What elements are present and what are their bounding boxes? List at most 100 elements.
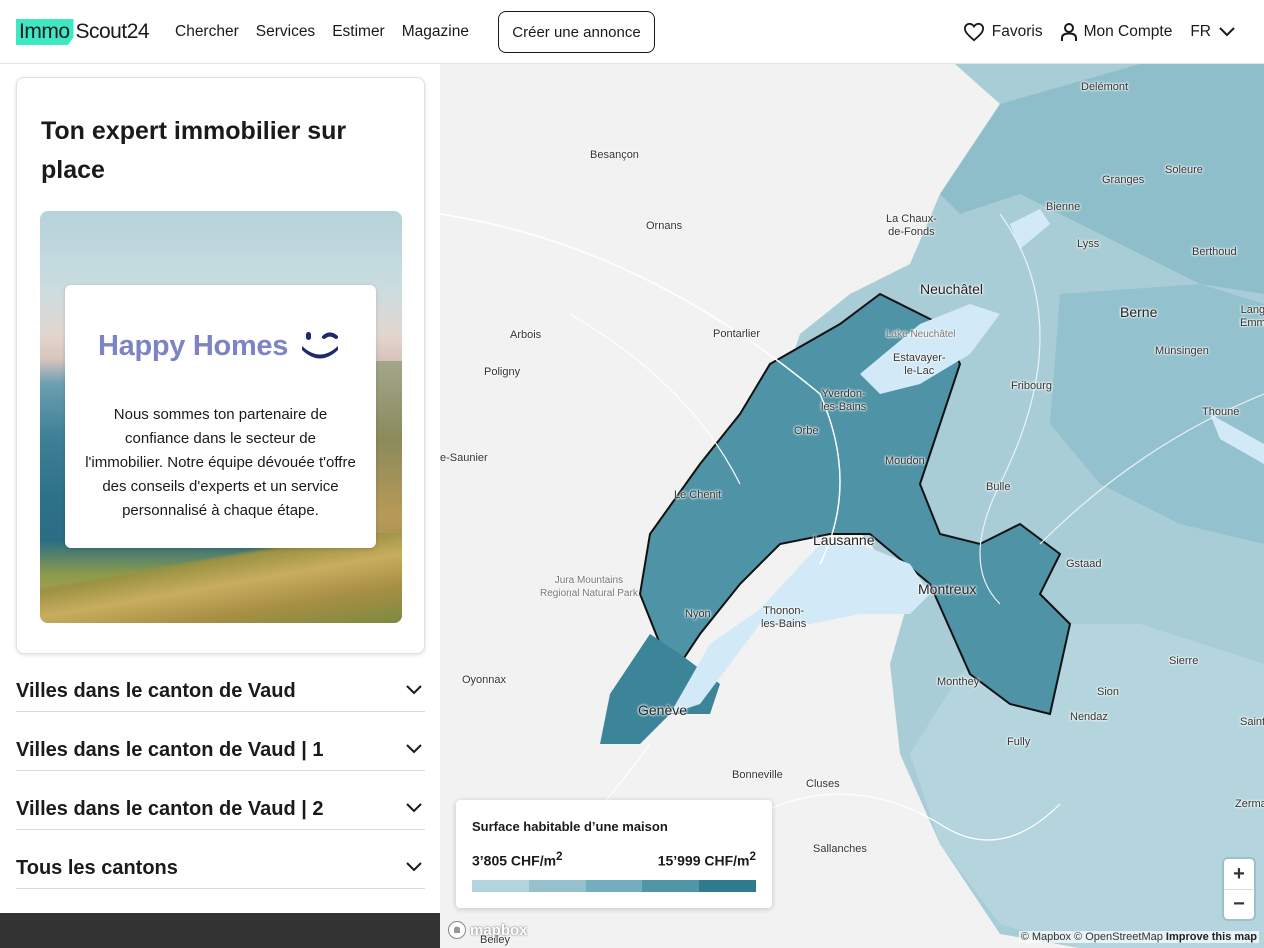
chevron-down-icon <box>406 685 422 695</box>
legend-step-3 <box>585 880 643 892</box>
legend-min: 3’805 CHF/m2 <box>472 850 563 869</box>
place-poligny: Poligny <box>484 366 521 378</box>
place-jura-line2: Regional Natural Park <box>540 588 638 599</box>
place-orbe: Orbe <box>794 425 819 437</box>
place-neuchatel: Neuchâtel <box>920 281 984 297</box>
header-actions: Favoris Mon Compte FR <box>963 0 1236 64</box>
place-gstaad: Gstaad <box>1066 558 1102 570</box>
accordion-vaud-cities[interactable]: Villes dans le canton de Vaud <box>16 676 425 712</box>
chevron-down-icon <box>1219 27 1235 37</box>
place-lons-le-saunier: e-Saunier <box>440 452 488 464</box>
place-sallanches: Sallanches <box>813 843 867 855</box>
map-attribution: © Mapbox © OpenStreetMap Improve this ma… <box>1018 931 1259 943</box>
place-thoune: Thoune <box>1202 406 1240 418</box>
left-panel: Ton expert immobilier sur place Happy Ho… <box>0 64 440 948</box>
logo-scout24: Scout24 <box>75 20 150 43</box>
legend-max-sup: 2 <box>749 850 756 863</box>
place-arbois: Arbois <box>510 329 542 341</box>
accordion-label: Villes dans le canton de Vaud | 2 <box>16 798 324 820</box>
accordion-label: Villes dans le canton de Vaud <box>16 680 296 702</box>
promo-image[interactable]: Happy Homes Nous sommes ton partenaire d… <box>40 211 402 623</box>
main-nav: Chercher Services Estimer Magazine <box>175 0 469 64</box>
place-yverdon-line1: Yverdon- <box>821 388 866 400</box>
place-oyonnax: Oyonnax <box>462 674 507 686</box>
place-berne: Berne <box>1120 304 1158 320</box>
account-link[interactable]: Mon Compte <box>1060 22 1173 42</box>
place-granges: Granges <box>1102 174 1145 186</box>
place-thonon: Thonon-les-Bains <box>761 605 806 631</box>
brand-name: Happy Homes <box>98 329 289 362</box>
place-jura-line1: Jura Mountains <box>554 575 624 586</box>
place-thonon-line1: Thonon- <box>763 605 805 617</box>
favorites-link[interactable]: Favoris <box>963 22 1043 42</box>
legend-max: 15’999 CHF/m2 <box>658 850 756 869</box>
place-fully: Fully <box>1007 736 1031 748</box>
nav-chercher[interactable]: Chercher <box>175 23 239 41</box>
place-lang-line2: Emm <box>1240 317 1264 329</box>
accordion-label: Tous les cantons <box>16 857 178 879</box>
place-zermatt: Zerma <box>1235 798 1264 810</box>
chevron-down-icon <box>406 862 422 872</box>
user-icon <box>1060 23 1077 41</box>
favorites-label: Favoris <box>991 23 1043 40</box>
language-selector[interactable]: FR <box>1190 23 1236 41</box>
place-estavayer-line2: le-Lac <box>904 365 935 377</box>
place-geneve: Genève <box>638 702 688 718</box>
mapbox-label: mapbox <box>470 921 528 939</box>
place-bonneville: Bonneville <box>732 769 783 781</box>
zoom-out-button[interactable]: − <box>1224 889 1254 919</box>
mapbox-logo[interactable]: mapbox <box>447 920 528 940</box>
place-montreux: Montreux <box>918 581 977 597</box>
place-estavayer-line1: Estavayer- <box>893 352 946 364</box>
legend-max-value: 15’999 CHF/m <box>657 852 750 869</box>
legend-min-value: 3’805 CHF/m <box>472 852 557 869</box>
chevron-down-icon <box>406 744 422 754</box>
accordion-vaud-cities-1[interactable]: Villes dans le canton de Vaud | 1 <box>16 735 425 771</box>
accordion-all-cantons[interactable]: Tous les cantons <box>16 853 425 889</box>
promo-description: Nous sommes ton partenaire de confiance … <box>85 406 356 519</box>
immoscout24-logo[interactable]: Immo Scout24 <box>16 18 150 46</box>
accordion-label: Villes dans le canton de Vaud | 1 <box>16 739 324 761</box>
top-header: Immo Scout24 Chercher Services Estimer M… <box>0 0 1264 64</box>
language-label: FR <box>1190 23 1211 40</box>
heart-icon <box>963 22 984 42</box>
place-berthoud: Berthoud <box>1192 246 1237 258</box>
place-yverdon: Yverdon-les-Bains <box>821 388 866 414</box>
place-monthey: Monthey <box>937 676 980 688</box>
create-listing-button[interactable]: Créer une annonce <box>498 11 655 53</box>
place-lausanne: Lausanne <box>813 532 875 548</box>
legend-min-sup: 2 <box>556 850 563 863</box>
price-map[interactable]: Delémont Besançon Granges Soleure Bienne… <box>440 64 1264 948</box>
place-sion: Sion <box>1097 686 1120 698</box>
improve-map-link[interactable]: Improve this map <box>1166 931 1257 943</box>
place-moudon: Moudon <box>885 455 925 467</box>
card-title: Ton expert immobilier sur place <box>41 117 347 184</box>
zoom-controls: + − <box>1224 859 1254 919</box>
accordion-vaud-cities-2[interactable]: Villes dans le canton de Vaud | 2 <box>16 794 425 830</box>
place-pontarlier: Pontarlier <box>713 328 761 340</box>
attribution-text[interactable]: © Mapbox © OpenStreetMap <box>1021 931 1163 943</box>
chevron-down-icon <box>406 803 422 813</box>
zoom-in-button[interactable]: + <box>1224 859 1254 889</box>
place-lachaux-line1: La Chaux- <box>886 213 937 225</box>
place-lyss: Lyss <box>1077 238 1100 250</box>
happy-homes-logo: Happy Homes <box>98 329 342 363</box>
nav-estimer[interactable]: Estimer <box>332 23 385 41</box>
place-delemont: Delémont <box>1081 81 1129 93</box>
place-lang-line1: Lang <box>1240 304 1264 316</box>
place-langnau: Lang Emm <box>1240 304 1264 330</box>
nav-magazine[interactable]: Magazine <box>402 23 469 41</box>
smiley-icon <box>302 332 339 359</box>
map-legend: Surface habitable d’une maison 3’805 CHF… <box>456 800 772 908</box>
promo-box: Happy Homes Nous sommes ton partenaire d… <box>65 285 376 548</box>
place-yverdon-line2: les-Bains <box>821 401 867 413</box>
legend-color-scale <box>472 880 756 892</box>
place-estavayer: Estavayer-le-Lac <box>893 352 946 378</box>
nav-services[interactable]: Services <box>256 23 315 41</box>
account-label: Mon Compte <box>1083 23 1173 40</box>
mapbox-icon <box>448 921 466 939</box>
place-lake-neuchatel: Lake Neuchâtel <box>886 329 956 340</box>
place-bulle: Bulle <box>986 481 1011 493</box>
place-munsingen: Münsingen <box>1155 345 1209 357</box>
place-bienne: Bienne <box>1046 201 1081 213</box>
